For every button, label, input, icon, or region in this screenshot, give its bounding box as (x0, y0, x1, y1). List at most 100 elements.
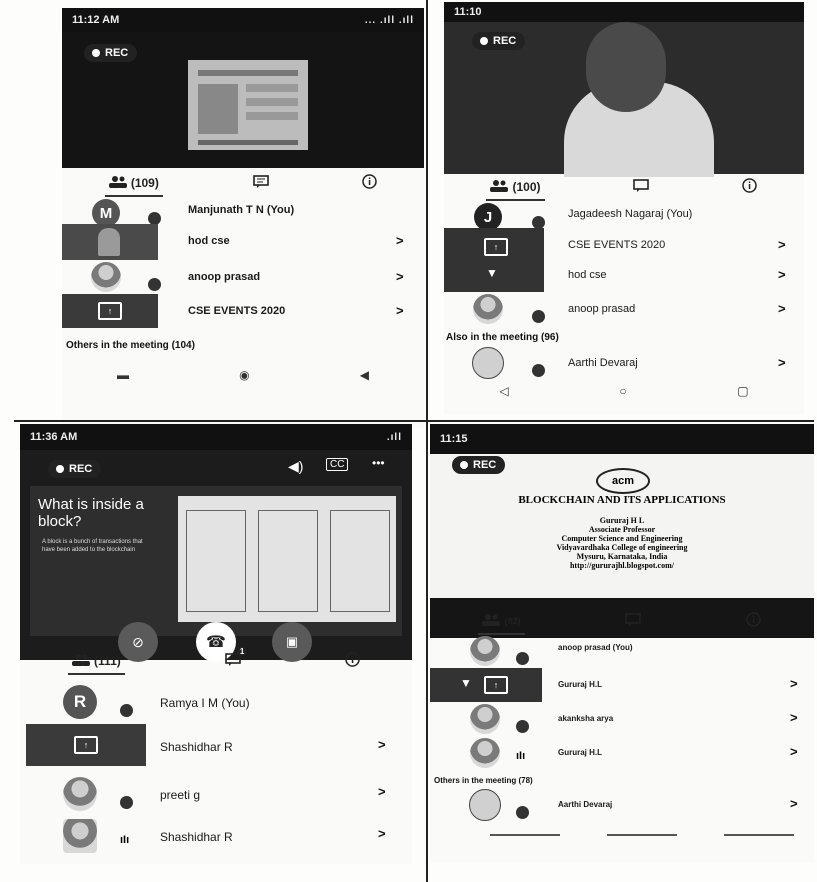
status-bar: 11:36 AM .ıll (20, 424, 412, 450)
speaker-video[interactable]: REC (444, 22, 804, 177)
recents-icon[interactable]: ▢ (737, 384, 748, 398)
tab-chat[interactable] (633, 179, 650, 195)
people-icon (72, 653, 91, 669)
chevron-right-icon[interactable]: > (378, 826, 386, 841)
participant-row[interactable]: anoop prasad (You) (430, 634, 814, 668)
slide-title: BLOCKCHAIN AND ITS APPLICATIONS (518, 494, 726, 506)
mic-off-icon (532, 364, 545, 377)
tab-info[interactable] (345, 652, 360, 670)
chevron-right-icon[interactable]: > (778, 301, 786, 316)
mic-off-icon (148, 278, 161, 291)
nav-gesture-bar (490, 834, 794, 836)
others-section-label: Others in the meeting (104) (66, 340, 195, 351)
avatar (470, 738, 500, 768)
tab-chat[interactable]: 1 (225, 647, 248, 669)
chevron-right-icon[interactable]: > (790, 676, 798, 691)
tab-people[interactable]: (109) (104, 175, 163, 197)
slide-bullet: A block is a bunch of transactions that … (42, 539, 143, 553)
participant-row[interactable]: ↑ CSE EVENTS 2020 > (62, 294, 424, 328)
mic-off-icon (516, 652, 529, 665)
chevron-right-icon[interactable]: > (378, 737, 386, 752)
mic-off-icon (120, 796, 133, 809)
chat-badge: 1 (236, 647, 248, 656)
speaker-icon[interactable]: ◀) (288, 458, 303, 475)
status-time: 11:10 (454, 6, 482, 18)
rec-indicator: REC (452, 456, 506, 474)
chevron-right-icon[interactable]: > (778, 267, 786, 282)
chevron-right-icon[interactable]: > (396, 233, 404, 248)
people-icon (490, 179, 509, 195)
chevron-right-icon[interactable]: > (790, 710, 798, 725)
tab-info[interactable] (746, 612, 762, 630)
person-silhouette (98, 228, 120, 256)
shared-screen-video[interactable]: REC (62, 32, 424, 168)
tab-people[interactable]: (111) (68, 653, 125, 675)
participant-row[interactable]: hod cse > (62, 224, 424, 260)
chevron-right-icon[interactable]: > (396, 269, 404, 284)
participant-row[interactable]: ıIı Gururaj H.L > (430, 736, 814, 770)
home-icon[interactable]: ◉ (239, 368, 249, 382)
participant-name: Gururaj H.L (558, 680, 603, 689)
status-bar: 11:15 (430, 424, 814, 454)
participant-row[interactable]: Aarthi Devaraj > (444, 346, 804, 380)
tab-people[interactable]: (100) (486, 179, 545, 201)
cc-button[interactable]: CC (326, 458, 349, 471)
chat-icon (625, 613, 642, 629)
tab-info[interactable] (362, 174, 377, 192)
people-count: (109) (130, 176, 159, 190)
participant-name: preeti g (160, 788, 201, 802)
participant-row[interactable]: anoop prasad > (444, 292, 804, 326)
chevron-right-icon[interactable]: > (790, 796, 798, 811)
back-icon[interactable]: ◀ (360, 368, 369, 382)
participant-name: Shashidhar R (160, 830, 233, 844)
participant-row[interactable]: CSE EVENTS 2020 > (444, 228, 804, 262)
participant-row[interactable]: akanksha arya > (430, 702, 814, 736)
screenshot-panel-4: 11:15 REC acm BLOCKCHAIN AND ITS APPLICA… (430, 424, 814, 862)
avatar: J (474, 203, 502, 231)
participant-row[interactable]: Shashidhar R > (20, 728, 412, 762)
shared-screen-video[interactable]: REC ◀) CC ••• What is inside a block? A … (20, 450, 412, 662)
status-time: 11:15 (440, 433, 468, 445)
participant-row[interactable]: Gururaj H.L > (430, 668, 814, 702)
chat-icon (633, 179, 650, 195)
participant-name: CSE EVENTS 2020 (188, 305, 286, 317)
back-icon[interactable]: ◁ (499, 384, 508, 398)
people-count: (111) (94, 654, 121, 668)
rec-indicator: REC (84, 44, 138, 62)
present-screen-icon: ↑ (98, 302, 122, 320)
people-icon (482, 613, 501, 629)
chevron-right-icon[interactable]: > (378, 784, 386, 799)
chevron-right-icon[interactable]: > (396, 303, 404, 318)
tab-chat[interactable] (625, 613, 642, 629)
participant-row[interactable]: anoop prasad > (62, 260, 424, 294)
chevron-right-icon[interactable]: > (778, 237, 786, 252)
chevron-right-icon[interactable]: > (778, 355, 786, 370)
home-icon[interactable]: ○ (619, 384, 626, 398)
chevron-right-icon[interactable]: > (790, 744, 798, 759)
shared-screen-video[interactable]: REC acm BLOCKCHAIN AND ITS APPLICATIONS … (430, 454, 814, 638)
participant-tabs: (82) (430, 608, 814, 635)
participant-name: anoop prasad (You) (558, 643, 633, 652)
record-icon (92, 49, 100, 57)
tab-chat[interactable] (252, 175, 269, 191)
tab-people[interactable]: (82) (478, 613, 525, 635)
more-options-icon[interactable]: ••• (372, 456, 385, 470)
participant-row[interactable]: Aarthi Devaraj > (430, 788, 814, 822)
android-nav-bar: ▬ ◉ ◀ (62, 364, 424, 386)
author-dept: Computer Science and Engineering (561, 534, 683, 543)
rec-label: REC (105, 47, 129, 59)
people-count: (100) (512, 180, 541, 194)
record-icon (460, 461, 468, 469)
participant-row[interactable]: hod cse > (444, 258, 804, 292)
participant-row[interactable]: ıIı Shashidhar R > (20, 816, 412, 856)
participant-name: hod cse (188, 235, 230, 247)
participant-tabs: (100) (444, 174, 804, 201)
recents-icon[interactable]: ▬ (117, 368, 129, 382)
participant-row[interactable]: preeti g > (20, 774, 412, 814)
signal-icons: .ıll (386, 431, 402, 443)
participant-thumb: R (20, 682, 140, 722)
presentation-tile: ↑ (62, 294, 158, 328)
people-icon (108, 175, 127, 191)
participant-row[interactable]: R Ramya I M (You) (20, 682, 412, 722)
tab-info[interactable] (742, 178, 758, 196)
